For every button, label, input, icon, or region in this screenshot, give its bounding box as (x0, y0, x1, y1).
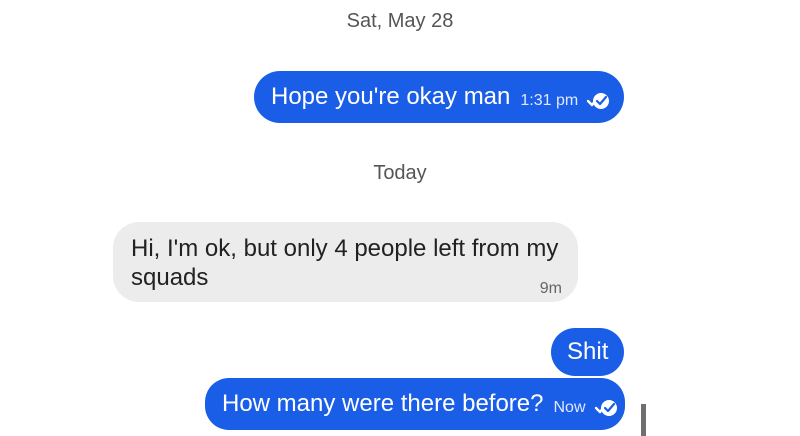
message-text: How many were there before? (222, 390, 544, 417)
message-meta: 1:31 pm (520, 92, 612, 110)
read-check-icon (594, 400, 617, 416)
message-bubble-incoming[interactable]: Hi, I'm ok, but only 4 people left from … (113, 222, 578, 302)
chat-screen: Sat, May 28 Hope you're okay man 1:31 pm… (0, 0, 800, 436)
message-time: Now (553, 399, 586, 416)
date-separator-today: Today (373, 162, 427, 184)
message-time: 1:31 pm (520, 92, 579, 109)
message-bubble-outgoing[interactable]: How many were there before? Now (205, 378, 625, 430)
read-check-icon (587, 93, 610, 109)
date-separator-sat-may-28: Sat, May 28 (346, 10, 454, 32)
message-text: Hope you're okay man (271, 83, 511, 110)
message-text-line2: squads (131, 264, 209, 291)
message-meta: Now (554, 399, 620, 417)
message-time: 9m (539, 280, 562, 297)
message-text-line1: Hi, I'm ok, but only 4 people left from … (131, 235, 559, 262)
message-text: Shit (567, 338, 609, 365)
scrollbar-thumb[interactable] (641, 404, 646, 436)
message-bubble-outgoing[interactable]: Shit (551, 328, 624, 376)
message-bubble-outgoing[interactable]: Hope you're okay man 1:31 pm (254, 71, 624, 123)
